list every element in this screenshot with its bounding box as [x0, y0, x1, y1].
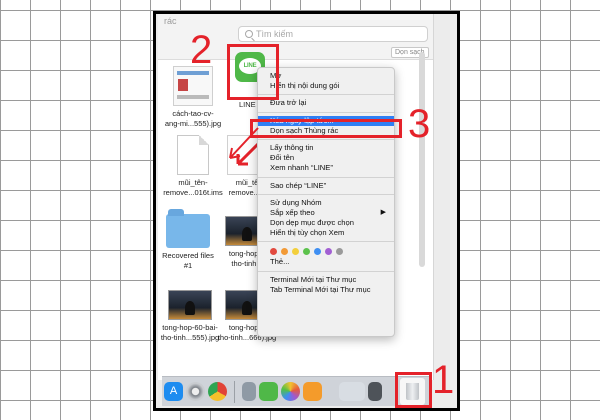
highlight-delete-immediately [250, 119, 402, 138]
tag-gray-icon[interactable] [336, 247, 343, 255]
system-preferences-icon[interactable] [186, 382, 205, 401]
menu-item-new-terminal-tab[interactable]: Tab Terminal Mới tại Thư mục [258, 285, 394, 295]
search-input[interactable]: Tìm kiếm [238, 26, 428, 42]
tag-orange-icon[interactable] [281, 247, 288, 255]
search-icon [245, 30, 253, 38]
menu-separator [258, 241, 394, 243]
window-title: rác [164, 16, 177, 26]
home-icon[interactable] [303, 382, 322, 401]
keynote-icon[interactable] [339, 382, 365, 401]
menu-separator [258, 111, 394, 113]
file-label: Recovered files #1 [162, 251, 214, 270]
menu-item-use-groups[interactable]: Sử dụng Nhóm [258, 198, 394, 208]
menu-separator [258, 138, 394, 140]
scrollbar[interactable] [419, 52, 425, 267]
menu-item-show-view-options[interactable]: Hiển thị tùy chọn Xem [258, 228, 394, 238]
photo-thumbnail-icon [168, 290, 212, 320]
menu-item-get-info[interactable]: Lấy thông tin [258, 143, 394, 153]
folder-icon [166, 209, 210, 248]
line-app-icon[interactable] [259, 382, 278, 401]
tag-purple-icon[interactable] [325, 247, 332, 255]
menu-item-copy[interactable]: Sao chép “LINE” [258, 181, 394, 191]
menu-item-tags[interactable]: Thẻ... [258, 257, 394, 267]
app-store-icon[interactable]: A [164, 382, 183, 401]
menu-item-sort-by-label: Sắp xếp theo [270, 207, 315, 217]
tag-blue-icon[interactable] [314, 247, 321, 255]
file-label: cách-tao-cv- ang-mi...555).jpg [164, 109, 222, 128]
document-icon [177, 135, 209, 175]
tag-color-row [258, 245, 394, 257]
submenu-arrow-icon: ▶ [380, 208, 386, 216]
tag-green-icon[interactable] [303, 247, 310, 255]
dock-divider [234, 380, 235, 403]
menu-separator [258, 193, 394, 195]
tag-red-icon[interactable] [270, 247, 277, 255]
menu-separator [258, 176, 394, 178]
finder-app-icon[interactable] [242, 382, 256, 401]
context-menu: Mở Hiển thị nội dung gói Đưa trở lại Xóa… [257, 67, 395, 337]
highlight-trash [395, 372, 432, 408]
photos-icon[interactable] [281, 382, 300, 401]
tag-yellow-icon[interactable] [292, 247, 299, 255]
menu-item-new-terminal[interactable]: Terminal Mới tại Thư mục [258, 275, 394, 285]
highlight-line-file [227, 44, 279, 100]
search-placeholder: Tìm kiếm [256, 29, 293, 39]
screen-icon[interactable] [368, 382, 382, 401]
step-number-2: 2 [190, 28, 213, 72]
menu-item-sort-by[interactable]: Sắp xếp theo ▶ [258, 208, 394, 218]
jpg-thumbnail-icon [173, 66, 213, 106]
menu-separator [258, 270, 394, 272]
dock: A [162, 376, 432, 406]
menu-item-clean-up-selection[interactable]: Dọn dẹp mục được chọn [258, 218, 394, 228]
menu-item-rename[interactable]: Đổi tên [258, 153, 394, 163]
folder-item[interactable]: Recovered files #1 [155, 208, 221, 271]
step-number-3: 3 [408, 102, 431, 146]
menu-item-quick-look[interactable]: Xem nhanh “LINE” [258, 163, 394, 173]
file-item[interactable]: cách-tao-cv- ang-mi...555).jpg [160, 66, 226, 129]
file-label-line: LINE [239, 100, 256, 109]
chrome-icon[interactable] [208, 382, 227, 401]
step-number-1: 1 [432, 358, 455, 402]
